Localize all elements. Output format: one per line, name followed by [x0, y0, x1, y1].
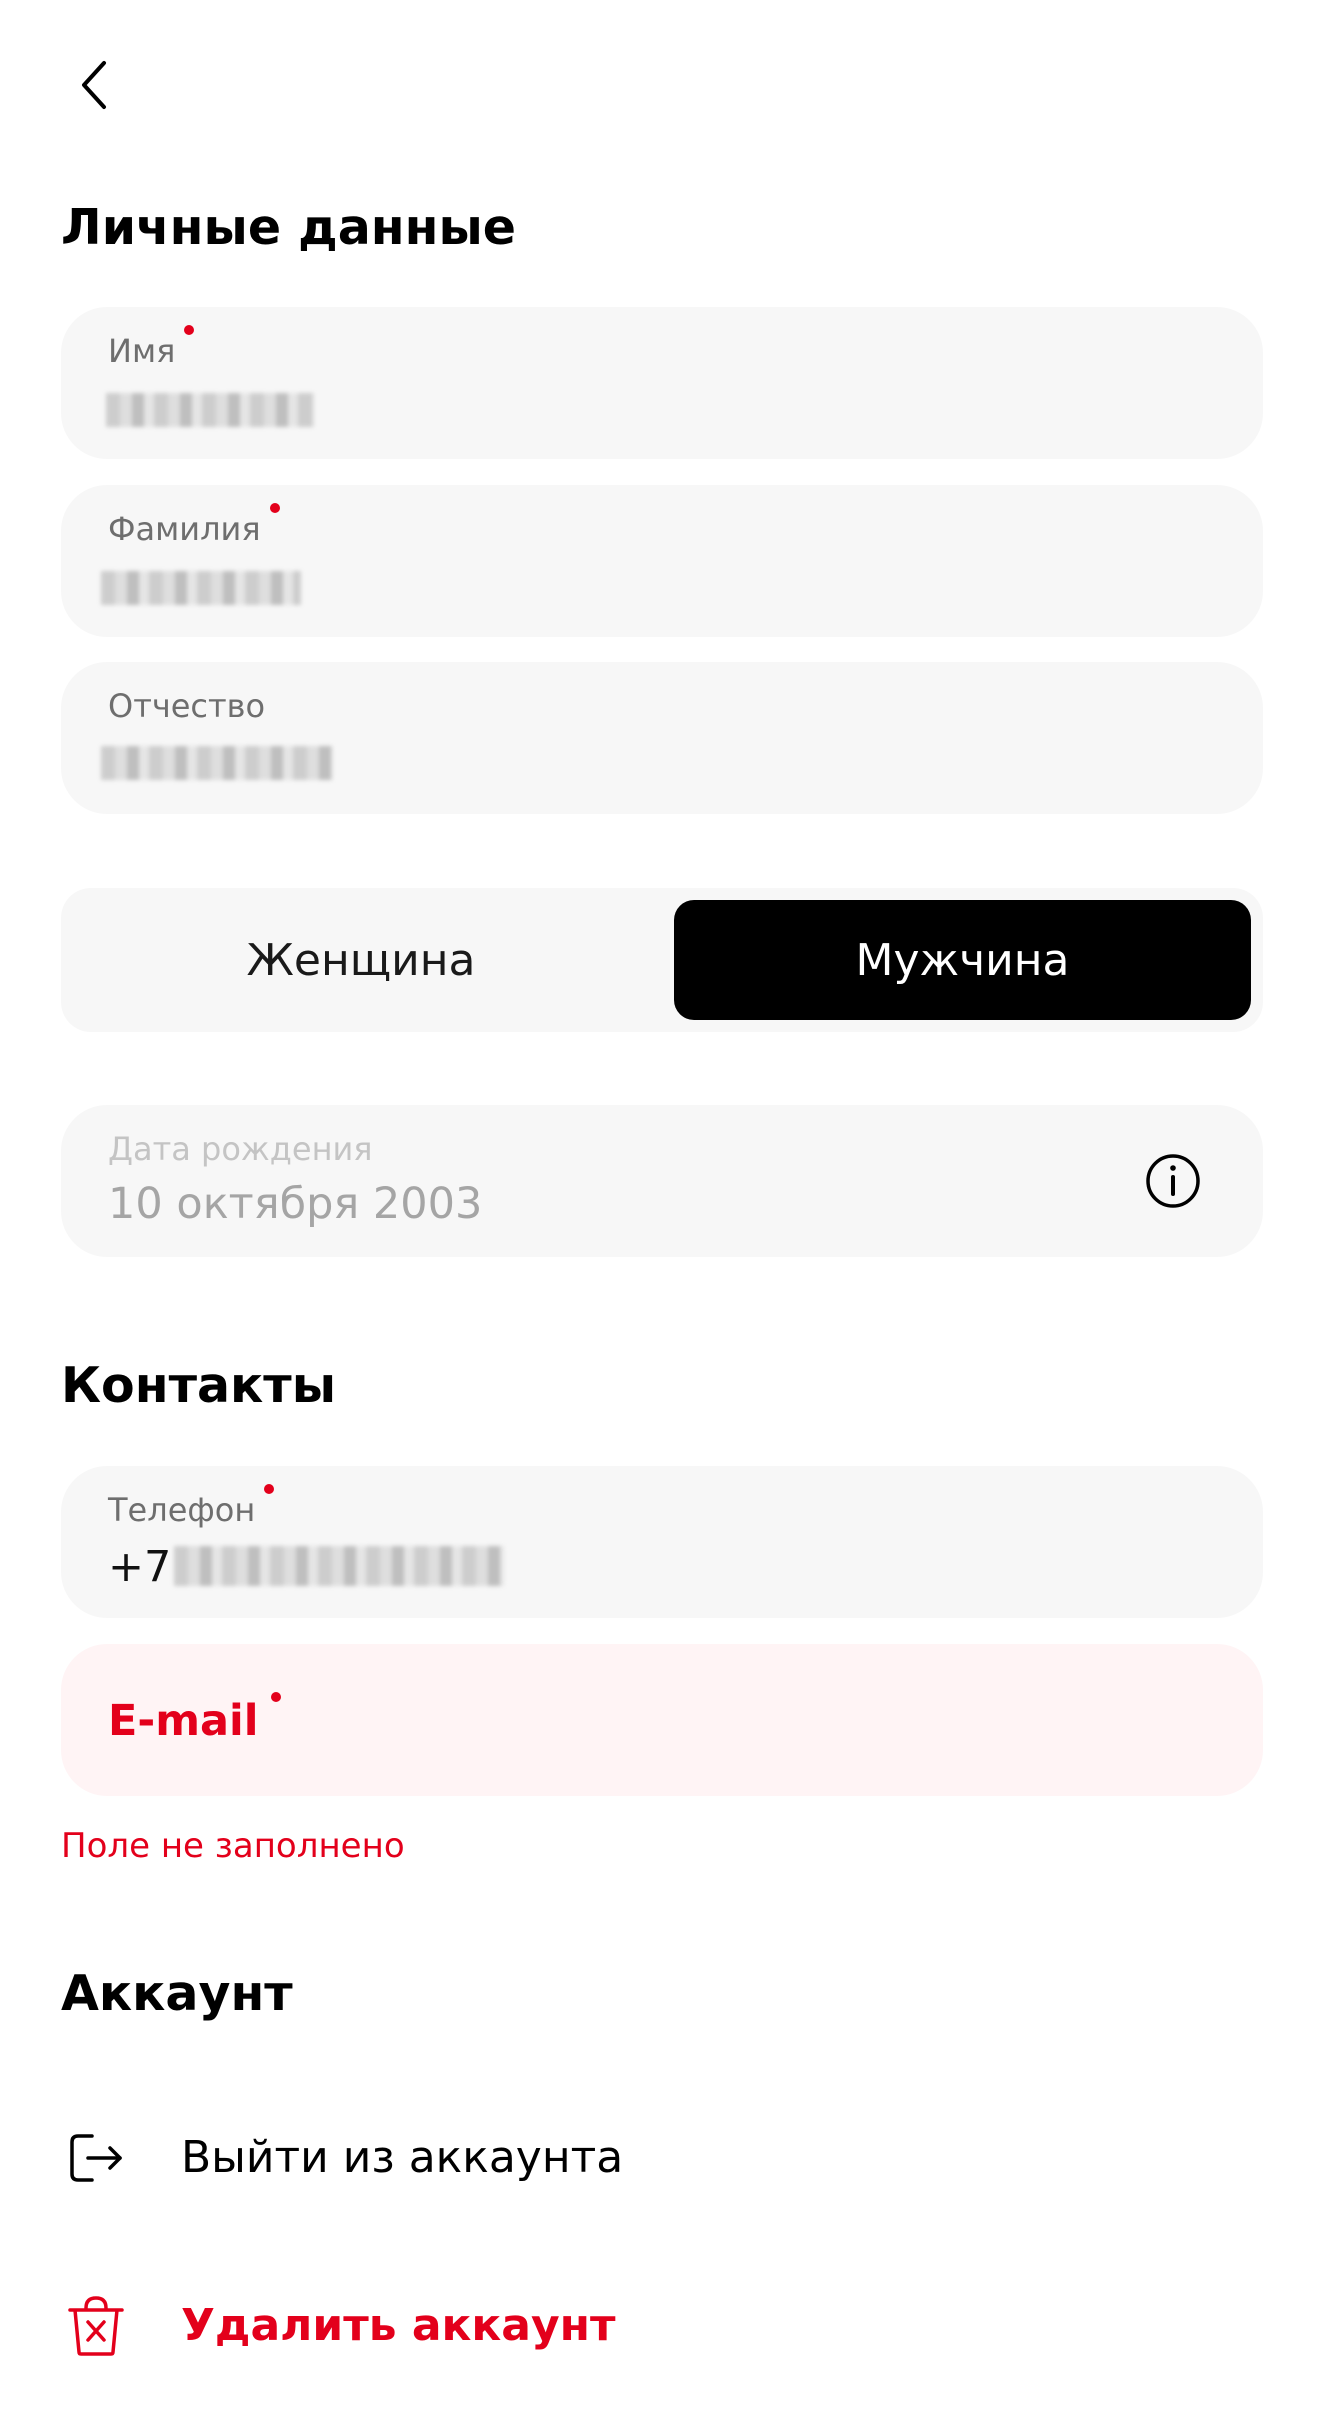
required-dot [270, 1692, 281, 1702]
info-icon[interactable] [1145, 1153, 1201, 1209]
section-title-personal: Личные данные [61, 199, 517, 256]
email-label-text: E-mail [108, 1696, 259, 1746]
patronymic-value-redacted [101, 746, 333, 780]
last-name-label-text: Фамилия [108, 510, 261, 548]
patronymic-label: Отчество [108, 687, 266, 725]
gender-option-female[interactable]: Женщина [61, 900, 661, 1020]
birth-date-label: Дата рождения [108, 1130, 373, 1168]
section-title-contacts: Контакты [61, 1357, 337, 1414]
first-name-value-redacted [106, 393, 314, 427]
chevron-left-icon [82, 61, 106, 109]
patronymic-field[interactable]: Отчество [61, 662, 1263, 814]
last-name-field[interactable]: Фамилия [61, 485, 1263, 637]
required-dot [269, 503, 280, 513]
birth-date-value: 10 октября 2003 [108, 1179, 483, 1229]
gender-option-male[interactable]: Мужчина [674, 900, 1251, 1020]
first-name-label-text: Имя [108, 332, 176, 370]
phone-value-redacted [174, 1546, 504, 1586]
last-name-label: Фамилия [108, 503, 280, 549]
section-title-account: Аккаунт [61, 1965, 293, 2022]
email-field[interactable]: E-mail [61, 1644, 1263, 1796]
trash-icon [61, 2291, 131, 2361]
logout-button[interactable]: Выйти из аккаунта [61, 2108, 1263, 2208]
phone-label: Телефон [108, 1484, 275, 1530]
back-button[interactable] [55, 45, 135, 125]
gender-toggle: Женщина Мужчина [61, 888, 1263, 1032]
required-dot [264, 1484, 275, 1494]
phone-field[interactable]: Телефон +7 [61, 1466, 1263, 1618]
last-name-value-redacted [101, 571, 301, 605]
delete-account-label: Удалить аккаунт [181, 2300, 616, 2351]
first-name-label: Имя [108, 325, 195, 371]
birth-date-field[interactable]: Дата рождения 10 октября 2003 [61, 1105, 1263, 1257]
required-dot [184, 325, 195, 335]
delete-account-button[interactable]: Удалить аккаунт [61, 2276, 1263, 2376]
email-label: E-mail [108, 1692, 281, 1748]
logout-icon [61, 2123, 131, 2193]
phone-label-text: Телефон [108, 1491, 256, 1529]
email-error-message: Поле не заполнено [61, 1826, 405, 1866]
phone-prefix: +7 [108, 1542, 172, 1592]
logout-label: Выйти из аккаунта [181, 2132, 624, 2183]
first-name-field[interactable]: Имя [61, 307, 1263, 459]
